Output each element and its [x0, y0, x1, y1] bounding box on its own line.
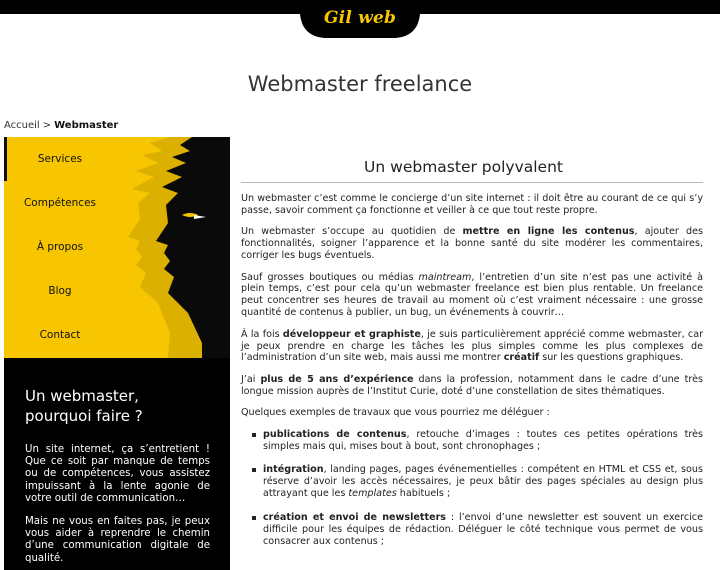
profile-silhouette-illustration: [128, 137, 230, 358]
section-heading: Un webmaster polyvalent: [241, 158, 703, 183]
sidebar: Services Compétences À propos Blog Conta…: [4, 137, 230, 570]
breadcrumb-separator: >: [42, 120, 52, 131]
nav-item-a-propos[interactable]: À propos: [4, 225, 116, 269]
paragraph-6: Quelques exemples de travaux que vous po…: [241, 407, 550, 419]
list-item: intégration, landing pages, pages événem…: [252, 464, 703, 500]
nav-panel: Services Compétences À propos Blog Conta…: [4, 137, 230, 358]
logo-text: Gil web: [323, 8, 397, 28]
nav-item-blog[interactable]: Blog: [4, 269, 116, 313]
main-content: Un webmaster polyvalent Un webmaster c’e…: [241, 158, 703, 560]
logo[interactable]: Gil web: [300, 0, 420, 40]
breadcrumb-current: Webmaster: [54, 120, 119, 131]
bullet-icon: [252, 516, 256, 521]
li2-italic: templates: [348, 488, 397, 500]
p4-text-a: À la fois: [241, 328, 283, 340]
page-title: Webmaster freelance: [247, 72, 473, 96]
breadcrumb-home-link[interactable]: Accueil: [4, 120, 40, 131]
paragraph-4: À la fois développeur et graphiste, je s…: [241, 329, 703, 365]
p5-text-a: J’ai: [241, 373, 261, 385]
li2-text-d: habituels ;: [396, 488, 451, 500]
bullet-icon: [252, 432, 256, 437]
task-list: publications de contenus, retouche d’ima…: [252, 429, 703, 548]
nav-item-contact[interactable]: Contact: [4, 313, 116, 357]
list-item: publications de contenus, retouche d’ima…: [252, 429, 703, 453]
list-item: création et envoi de newsletters : l’env…: [252, 512, 703, 548]
p4-emphasis-1: développeur et graphiste: [282, 328, 421, 340]
paragraph-1: Un webmaster c’est comme le concierge d’…: [241, 193, 703, 216]
li3-emphasis: création et envoi de newsletters: [263, 512, 447, 524]
p2-text-a: Un webmaster s’occupe au quotidien de: [241, 226, 463, 238]
nav-item-services[interactable]: Services: [4, 137, 116, 181]
breadcrumb: Accueil > Webmaster: [4, 120, 118, 131]
li2-text-b: , landing pages, pages événementielles :…: [263, 464, 703, 500]
paragraph-2: Un webmaster s’occupe au quotidien de me…: [241, 226, 703, 262]
p4-emphasis-2: créatif: [503, 352, 540, 364]
promo-paragraph-2: Mais ne vous en faites pas, je peux vous…: [25, 516, 210, 564]
p3-text-a: Sauf grosses boutiques ou médias: [241, 271, 419, 283]
promo-paragraph-1: Un site internet, ça s’entretient ! Que …: [25, 444, 210, 504]
paragraph-3: Sauf grosses boutiques ou médias maintre…: [241, 272, 703, 320]
promo-box: Un webmaster, pourquoi faire ? Un site i…: [4, 358, 230, 570]
promo-title: Un webmaster, pourquoi faire ?: [25, 387, 143, 425]
nav-item-competences[interactable]: Compétences: [4, 181, 116, 225]
p2-emphasis: mettre en ligne les contenus: [462, 226, 635, 238]
p5-emphasis: plus de 5 ans d’expérience: [260, 373, 414, 385]
p4-text-e: sur les questions graphiques.: [539, 352, 684, 364]
paragraph-5: J’ai plus de 5 ans d’expérience dans la …: [241, 374, 703, 398]
li1-emphasis: publications de contenus: [263, 428, 407, 440]
bullet-icon: [252, 468, 256, 473]
p3-italic: maintream: [418, 271, 472, 283]
li2-emphasis: intégration: [263, 464, 324, 476]
